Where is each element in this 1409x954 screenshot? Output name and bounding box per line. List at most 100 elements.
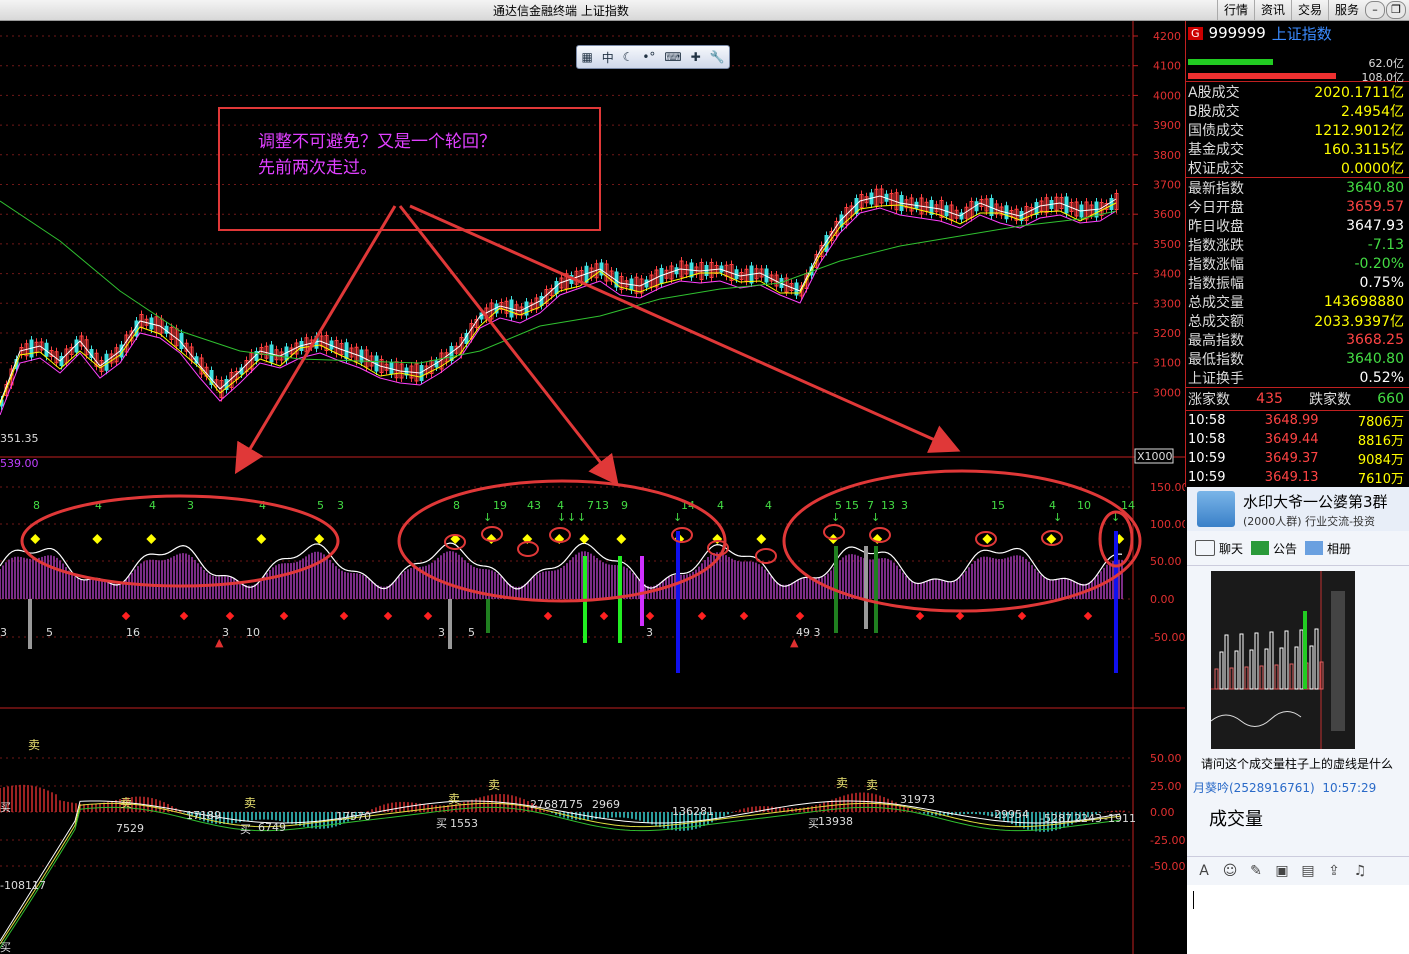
red-diamond bbox=[697, 611, 707, 621]
price-tick-label: 4000 bbox=[1153, 89, 1181, 102]
macd-labels: -108117 7529 17189 6749 17570 1553 27687175 296… bbox=[0, 738, 1136, 954]
price-tick-label: 3000 bbox=[1153, 386, 1181, 399]
price-tick-label: 3600 bbox=[1153, 208, 1181, 221]
highlight-ellipse bbox=[782, 469, 1142, 613]
sell-label: 卖 bbox=[448, 792, 460, 806]
red-diamond bbox=[599, 611, 609, 621]
osc-tick-label: 0.00 bbox=[1150, 593, 1175, 606]
yellow-diamond bbox=[146, 534, 157, 544]
green-arrow-icon: ↓ bbox=[567, 511, 576, 524]
turnover-row-value: 160.3115亿 bbox=[1323, 141, 1404, 158]
green-arrow-icon: ↓ bbox=[577, 511, 586, 524]
red-diamond bbox=[179, 611, 189, 621]
photo-canvas bbox=[1211, 571, 1355, 749]
quote-header: G 999999 上证指数 bbox=[1186, 21, 1409, 45]
lang-toggle[interactable]: 中 bbox=[602, 49, 614, 66]
tick-volume: 8816万 bbox=[1357, 434, 1404, 449]
moon-icon[interactable]: ☾ bbox=[623, 50, 634, 64]
music-icon[interactable]: ♫ bbox=[1351, 863, 1369, 879]
gift-icon[interactable]: ▣ bbox=[1273, 863, 1291, 879]
chat-message: 请问这个成交量柱子上的虚线是什么 bbox=[1201, 757, 1394, 771]
count-top: 4 bbox=[765, 499, 772, 512]
yellow-diamond bbox=[314, 534, 325, 544]
red-diamond bbox=[423, 611, 433, 621]
ma10-line bbox=[0, 202, 1117, 406]
drawing-toolbar: ▦ 中 ☾ •° ⌨ ✚ 🔧 bbox=[576, 45, 730, 69]
wrench-icon[interactable]: 🔧 bbox=[710, 50, 725, 64]
magic-icon[interactable]: ✎ bbox=[1247, 863, 1265, 879]
red-diamond bbox=[225, 611, 235, 621]
macd-axis: 50.00 25.00 0.00 -25.00 -50.00 bbox=[1150, 752, 1185, 873]
price-tick-label: 3100 bbox=[1153, 357, 1181, 370]
annotation-arrow bbox=[234, 205, 397, 475]
macd-value-label: 17570 bbox=[336, 810, 371, 823]
menu-service[interactable]: 服务 bbox=[1327, 0, 1365, 20]
yellow-diamond bbox=[756, 534, 767, 544]
turnover-row: B股成交 2.4954亿 bbox=[1186, 101, 1409, 120]
count-top: 8 bbox=[33, 499, 40, 512]
red-diamond bbox=[645, 611, 655, 621]
group-name: 水印大爷一公婆第3群 bbox=[1243, 493, 1388, 511]
tab-album-label: 相册 bbox=[1327, 541, 1352, 556]
yellow-diamond bbox=[92, 534, 103, 544]
price-tick-label: 4100 bbox=[1153, 60, 1181, 73]
tab-notice[interactable]: 公告 bbox=[1251, 540, 1297, 557]
turnover-row: 权证成交 0.0000亿 bbox=[1186, 158, 1409, 177]
tab-chat[interactable]: 聊天 bbox=[1195, 540, 1243, 557]
turnover-row-label: 权证成交 bbox=[1188, 160, 1244, 177]
macd-signal bbox=[0, 806, 1121, 949]
oscillator-bars bbox=[0, 551, 1123, 599]
keyboard-icon[interactable]: ⌨ bbox=[664, 50, 681, 64]
chat-input[interactable] bbox=[1187, 885, 1409, 954]
price-tick-label: 4200 bbox=[1153, 30, 1181, 43]
macd-value-label: 1553 bbox=[450, 817, 478, 830]
macd-value-label: 6749 bbox=[258, 821, 286, 834]
count-bottom: 3 bbox=[0, 626, 7, 639]
index-row: 总成交量 143698880 bbox=[1186, 292, 1409, 311]
macd-value-label: 175 bbox=[562, 798, 583, 811]
macd-value-label: -1911 bbox=[1104, 812, 1136, 825]
menu-news[interactable]: 资讯 bbox=[1253, 0, 1291, 20]
grid-icon[interactable]: ▦ bbox=[581, 50, 592, 64]
font-icon[interactable]: A bbox=[1195, 863, 1213, 879]
tab-album[interactable]: 相册 bbox=[1305, 540, 1351, 557]
index-row-value: 3659.57 bbox=[1346, 198, 1404, 215]
macd-lines bbox=[0, 800, 1121, 949]
image-icon[interactable]: ▤ bbox=[1299, 863, 1317, 879]
count-top: 5 bbox=[835, 499, 842, 512]
count-bottom: 5 bbox=[46, 626, 53, 639]
menu-trade[interactable]: 交易 bbox=[1290, 0, 1328, 20]
index-row-label: 今日开盘 bbox=[1188, 199, 1244, 216]
restore-icon[interactable]: ❐ bbox=[1386, 1, 1406, 19]
red-diamond bbox=[795, 611, 805, 621]
sell-label: 卖 bbox=[866, 778, 878, 792]
title-bar: 通达信金融终端 上证指数 行情 资讯 交易 服务 – ❐ bbox=[0, 0, 1409, 21]
emoji-icon[interactable]: ☺ bbox=[1221, 863, 1239, 879]
index-row-label: 指数涨跌 bbox=[1188, 237, 1244, 254]
count-top: 5 bbox=[317, 499, 324, 512]
group-sub: (2000人群) 行业交流-投资 bbox=[1243, 515, 1376, 528]
index-row-label: 最高指数 bbox=[1188, 332, 1244, 349]
turnover-section: A股成交 2020.1711亿 B股成交 2.4954亿 国债成交 1212.9012亿基… bbox=[1186, 82, 1409, 178]
osc-tick-label: 50.00 bbox=[1150, 555, 1182, 568]
shared-photo[interactable] bbox=[1211, 571, 1355, 749]
index-row: 最新指数 3640.80 bbox=[1186, 178, 1409, 197]
upload-icon[interactable]: ⇪ bbox=[1325, 863, 1343, 879]
dots-icon[interactable]: •° bbox=[642, 50, 655, 64]
count-bottom: 5 bbox=[468, 626, 475, 639]
macd-value-label: 2243 bbox=[1074, 812, 1102, 825]
yellow-diamond bbox=[579, 534, 590, 544]
price-tick-label: 3300 bbox=[1153, 297, 1181, 310]
annotation-box: 调整不可避免？又是一个轮回？ 先前两次走过。 bbox=[218, 107, 601, 231]
tab-chat-label: 聊天 bbox=[1219, 541, 1244, 556]
red-diamond bbox=[121, 611, 131, 621]
shirt-icon[interactable]: ✚ bbox=[691, 50, 701, 64]
chat-icon bbox=[1195, 540, 1215, 556]
macd-value-label: 7529 bbox=[116, 822, 144, 835]
menu-quotes[interactable]: 行情 bbox=[1216, 0, 1254, 20]
yellow-diamond bbox=[1046, 534, 1057, 544]
ma20-line bbox=[0, 207, 1117, 416]
minimize-icon[interactable]: – bbox=[1365, 1, 1385, 19]
red-diamond bbox=[955, 611, 965, 621]
sender-name[interactable]: 月葵吟(2528916761) bbox=[1193, 781, 1315, 795]
